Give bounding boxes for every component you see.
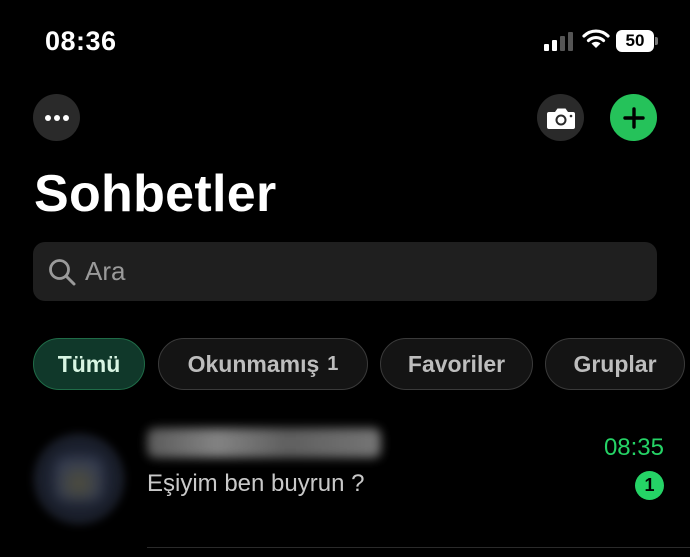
search-placeholder: Ara <box>85 256 126 286</box>
new-chat-button[interactable] <box>610 94 657 141</box>
signal-icon <box>544 31 573 51</box>
page-title: Sohbetler <box>34 165 277 223</box>
filter-label: Gruplar <box>573 350 657 377</box>
camera-icon <box>546 108 575 129</box>
search-input[interactable]: Ara <box>33 242 657 301</box>
chat-name-redacted <box>147 428 381 458</box>
filter-count: 1 <box>327 352 339 375</box>
chat-time: 08:35 <box>603 434 664 461</box>
filter-unread[interactable]: Okunmamış 1 <box>158 338 368 390</box>
camera-button[interactable] <box>537 94 584 141</box>
plus-icon <box>622 106 645 129</box>
filter-label: Tümü <box>57 350 121 377</box>
filter-all[interactable]: Tümü <box>33 338 145 390</box>
wifi-icon <box>582 29 610 48</box>
filter-favorites[interactable]: Favoriler <box>380 338 533 390</box>
more-icon <box>44 114 69 121</box>
search-icon <box>49 258 76 285</box>
divider <box>147 547 690 548</box>
more-options-button[interactable] <box>33 94 80 141</box>
chat-preview: Eşiyim ben buyrun ? <box>147 470 365 497</box>
avatar-image <box>56 458 102 500</box>
filter-label: Okunmamış <box>187 350 320 377</box>
filter-groups[interactable]: Gruplar <box>545 338 685 390</box>
status-time: 08:36 <box>45 26 117 56</box>
filter-label: Favoriler <box>407 350 506 377</box>
unread-badge: 1 <box>635 471 664 500</box>
battery-icon: 50 <box>616 30 654 52</box>
battery-nub <box>655 37 658 45</box>
